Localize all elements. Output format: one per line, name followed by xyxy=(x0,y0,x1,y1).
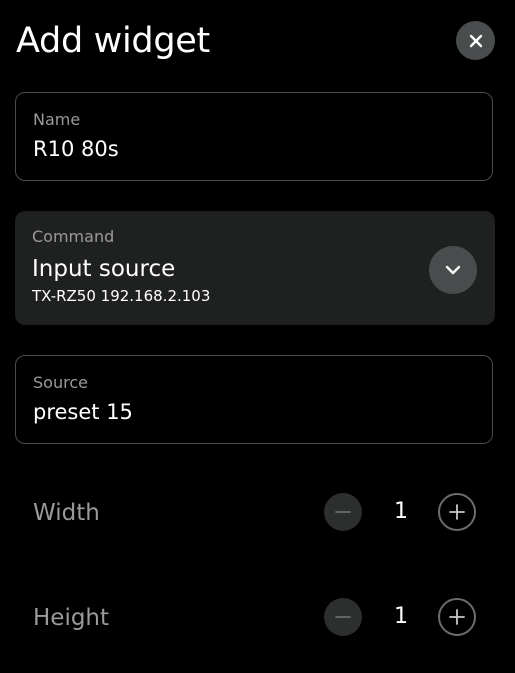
minus-icon xyxy=(335,511,351,513)
command-select[interactable]: Command Input source TX-RZ50 192.168.2.1… xyxy=(15,211,495,325)
command-value: Input source xyxy=(32,256,176,282)
command-device: TX-RZ50 192.168.2.103 xyxy=(32,287,211,305)
chevron-down-icon xyxy=(445,265,461,275)
height-label: Height xyxy=(33,605,110,631)
width-label: Width xyxy=(33,500,100,526)
command-dropdown-button[interactable] xyxy=(429,246,477,294)
name-field[interactable]: Name R10 80s xyxy=(15,92,493,181)
height-increment-button[interactable] xyxy=(438,598,476,636)
plus-icon xyxy=(449,609,465,625)
minus-icon xyxy=(335,616,351,618)
width-increment-button[interactable] xyxy=(438,493,476,531)
name-input[interactable]: R10 80s xyxy=(33,136,119,162)
height-decrement-button[interactable] xyxy=(324,598,362,636)
command-field-label: Command xyxy=(32,227,115,246)
close-icon xyxy=(469,34,482,47)
close-button[interactable] xyxy=(456,21,495,60)
source-field[interactable]: Source preset 15 xyxy=(15,355,493,444)
height-value: 1 xyxy=(394,604,408,629)
source-input[interactable]: preset 15 xyxy=(33,399,133,425)
plus-icon xyxy=(449,504,465,520)
width-value: 1 xyxy=(394,499,408,524)
width-stepper: Width 1 xyxy=(15,489,495,537)
width-decrement-button[interactable] xyxy=(324,493,362,531)
height-stepper: Height 1 xyxy=(15,594,495,642)
source-field-label: Source xyxy=(33,373,88,392)
name-field-label: Name xyxy=(33,110,81,129)
page-title: Add widget xyxy=(16,21,210,61)
